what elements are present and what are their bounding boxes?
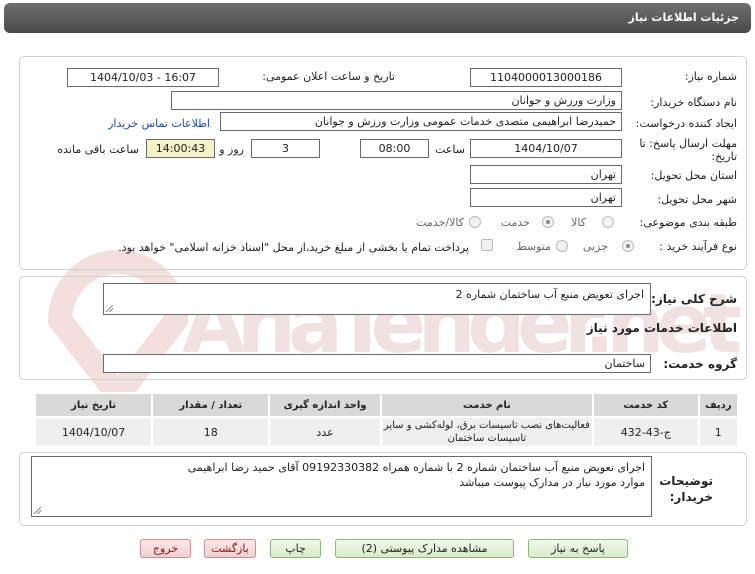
creator-label: ایجاد کننده درخواست: <box>635 117 737 130</box>
remaining-time-field: 14:00:43 <box>146 139 215 158</box>
back-button[interactable]: بازگشت <box>204 539 256 558</box>
category-option-service: خدمت <box>500 216 530 229</box>
need-info-panel <box>19 56 747 270</box>
cell-service-code: ج-43-432 <box>592 416 700 448</box>
buyer-org-field: وزارت ورزش و جوانان <box>171 91 622 110</box>
summary-text: اجرای تعویض منبع آب ساختمان شماره 2 <box>455 288 644 301</box>
treasury-payment-note: پرداخت تمام یا بخشی از مبلغ خرید،از محل … <box>118 241 469 254</box>
deadline-time-field: 08:00 <box>360 139 429 158</box>
page-title-bar: جزئیات اطلاعات نیاز <box>4 3 751 33</box>
col-service-code: کد خدمت <box>592 392 700 418</box>
cell-quantity: 18 <box>151 416 271 448</box>
process-option-medium: متوسط <box>516 240 551 253</box>
col-quantity: تعداد / مقدار <box>151 392 271 418</box>
category-radio-goods[interactable] <box>602 216 614 228</box>
services-section-title: اطلاعات خدمات مورد نیاز <box>586 321 737 335</box>
col-unit: واحد اندازه گیری <box>268 392 382 418</box>
cell-need-date: 1404/10/07 <box>33 416 154 448</box>
buyer-notes-field: اجرای تعویض منبع آب ساختمان شماره 2 با ش… <box>31 456 652 517</box>
remaining-label: ساعت باقی مانده <box>57 143 139 156</box>
deadline-label-date: تاریخ: <box>711 150 737 163</box>
process-radio-medium[interactable] <box>556 240 568 252</box>
province-label: استان محل تحویل: <box>650 169 737 182</box>
process-radio-minor[interactable] <box>622 240 634 252</box>
announce-field: 1404/10/03 - 16:07 <box>67 68 219 87</box>
service-group-label: گروه خدمت: <box>663 357 737 371</box>
table-row[interactable]: 1 ج-43-432 فعالیت‌های نصب تاسیسات برق، ل… <box>33 416 740 448</box>
creator-field: حمیدرضا ابراهیمی متصدی خدمات عمومی وزارت… <box>220 112 622 131</box>
buyer-contact-link[interactable]: اطلاعات تماس خریدار <box>108 117 210 130</box>
respond-button[interactable]: پاسخ به نیاز <box>528 539 628 558</box>
page-title: جزئیات اطلاعات نیاز <box>628 11 740 24</box>
need-number-field: 1104000013000186 <box>470 68 622 87</box>
buyer-notes-label-2: خریدار: <box>669 490 713 504</box>
announce-label: تاریخ و ساعت اعلان عمومی: <box>262 70 395 83</box>
cell-service-name: فعالیت‌های نصب تاسیسات برق، لوله‌کشی و س… <box>379 416 595 448</box>
category-radio-goods-service[interactable] <box>469 216 481 228</box>
exit-button[interactable]: خروج <box>140 539 191 558</box>
category-option-goods-service: کالا/خدمت <box>416 216 464 229</box>
col-need-date: تاریخ نیاز <box>33 392 154 418</box>
col-row-number: ردیف <box>697 392 740 418</box>
city-label: شهر محل تحویل: <box>657 193 737 206</box>
process-label: نوع فرآیند خرید : <box>659 240 737 253</box>
col-service-name: نام خدمت <box>379 392 595 418</box>
buyer-org-label: نام دستگاه خریدار: <box>650 96 737 109</box>
process-option-minor: جزیی <box>582 240 608 253</box>
days-label: روز و <box>219 143 244 156</box>
view-attachments-button[interactable]: مشاهده مدارک پیوستی (2) <box>335 539 514 558</box>
deadline-label: مهلت ارسال پاسخ: تا <box>639 137 737 150</box>
buyer-notes-line-1: اجرای تعویض منبع آب ساختمان شماره 2 با ش… <box>187 461 645 474</box>
buyer-notes-label: توضیحات <box>659 474 713 488</box>
resize-grip-icon[interactable] <box>106 305 113 312</box>
cell-unit: عدد <box>268 416 382 448</box>
table-header-row: ردیف کد خدمت نام خدمت واحد اندازه گیری ت… <box>33 392 740 418</box>
category-radio-service[interactable] <box>542 216 554 228</box>
need-number-label: شماره نیاز: <box>684 70 737 83</box>
service-group-field: ساختمان <box>103 354 651 373</box>
treasury-payment-checkbox[interactable] <box>481 239 493 251</box>
summary-label: شرح کلی نیاز: <box>651 292 737 306</box>
print-button[interactable]: چاپ <box>270 539 321 558</box>
province-field: تهران <box>470 165 622 184</box>
category-option-goods: کالا <box>571 216 586 229</box>
resize-grip-icon[interactable] <box>34 507 41 514</box>
category-label: طبقه بندی موضوعی: <box>639 216 737 229</box>
buyer-notes-line-2: موارد مورد نیاز در مدارک پیوست میباشد <box>459 476 645 489</box>
cell-row-number: 1 <box>697 416 740 448</box>
days-field: 3 <box>251 139 320 158</box>
summary-field: اجرای تعویض منبع آب ساختمان شماره 2 <box>103 283 651 315</box>
deadline-time-label: ساعت <box>435 143 465 156</box>
deadline-date-field: 1404/10/07 <box>470 139 622 158</box>
services-table: ردیف کد خدمت نام خدمت واحد اندازه گیری ت… <box>33 392 740 448</box>
city-field: تهران <box>470 188 622 207</box>
